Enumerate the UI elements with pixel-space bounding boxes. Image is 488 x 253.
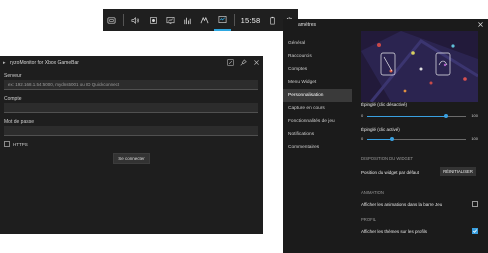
chevron-right-icon: ▸: [3, 60, 6, 66]
settings-panel: amètres Général Raccourcis Comptes Menu …: [283, 19, 488, 253]
server-input[interactable]: ex: 192.168.1.54:5000, mydns5001 ou ID Q…: [4, 80, 258, 90]
password-input[interactable]: [4, 126, 258, 136]
widget-menu-icon[interactable]: [103, 9, 120, 31]
widget-title: ryzoMonitor for Xbox GameBar: [10, 60, 79, 66]
nav-item-general[interactable]: Général: [283, 37, 352, 50]
nav-item-accounts[interactable]: Comptes: [283, 63, 352, 76]
nav-item-notifications[interactable]: Notifications: [283, 128, 352, 141]
clock-time: 15:58: [240, 15, 261, 25]
connect-button[interactable]: Se connecter: [113, 153, 150, 164]
slider1-thumb[interactable]: [444, 114, 449, 118]
toolbar-divider: [233, 14, 235, 26]
game-bar-toolbar: 15:58: [103, 9, 298, 31]
profile-themes-checkbox[interactable]: [472, 228, 478, 234]
profile-themes-label: Afficher les thèmes sur les profils: [361, 229, 427, 234]
animation-heading: ANIMATION: [361, 190, 384, 195]
slider2-max: 100: [471, 136, 478, 141]
resources-icon[interactable]: [179, 9, 196, 31]
slider2-label: Épinglé (clic activé): [361, 127, 400, 132]
animation-checkbox[interactable]: [472, 201, 478, 207]
capture-icon[interactable]: [144, 9, 161, 31]
nav-item-personalization[interactable]: Personnalisation: [283, 89, 352, 102]
settings-nav: Général Raccourcis Comptes Menu Widget P…: [283, 37, 352, 154]
nav-item-shortcuts[interactable]: Raccourcis: [283, 50, 352, 63]
slider2-track: [367, 137, 466, 141]
nav-item-widget-menu[interactable]: Menu Widget: [283, 76, 352, 89]
slider1-max: 100: [471, 113, 478, 118]
widget-position-label: Position du widget par défaut: [361, 170, 420, 175]
ryzomonitor-widget: ▸ ryzoMonitor for Xbox GameBar Serveur e…: [0, 56, 263, 234]
opacity-slider-pinned-on[interactable]: 0 100: [361, 135, 478, 143]
ryzomonitor-icon[interactable]: [213, 9, 231, 31]
opacity-slider-pinned-off[interactable]: 0 100: [361, 112, 478, 120]
widget-controls: [227, 59, 260, 66]
pin-icon[interactable]: [240, 59, 247, 66]
nav-item-capture[interactable]: Capture en cours: [283, 102, 352, 115]
close-icon[interactable]: [253, 59, 260, 66]
account-label: Compte: [4, 96, 22, 102]
slider2-thumb[interactable]: [389, 137, 394, 141]
widget-options-icon[interactable]: [227, 59, 234, 66]
login-form: Serveur ex: 192.168.1.54:5000, mydns5001…: [4, 72, 258, 147]
slider2-min: 0: [361, 136, 364, 141]
nav-item-feedback[interactable]: Commentaires: [283, 141, 352, 154]
personalization-content: Épinglé (clic désactivé) 0 100 Épinglé (…: [361, 19, 481, 253]
slider1-fill: [367, 116, 447, 117]
performance-icon[interactable]: [162, 9, 179, 31]
widget-title-bar[interactable]: ▸ ryzoMonitor for Xbox GameBar: [0, 56, 263, 70]
animation-label: Afficher les animations dans la barre Je…: [361, 202, 443, 207]
account-input[interactable]: [4, 103, 258, 113]
reset-button[interactable]: RÉINITIALISER: [440, 167, 476, 176]
toolbar-divider: [123, 14, 125, 26]
slider1-label: Épinglé (clic désactivé): [361, 102, 408, 107]
settings-title: amètres: [298, 22, 317, 28]
slider2-fill: [367, 139, 392, 140]
server-label: Serveur: [4, 73, 22, 79]
widget-layout-heading: DISPOSITION DU WIDGET: [361, 156, 414, 161]
slider1-track: [367, 114, 466, 118]
password-label: Mot de passe: [4, 119, 35, 125]
https-checkbox[interactable]: [4, 141, 10, 147]
battery-icon: [263, 9, 280, 31]
opacity-preview-image: [361, 31, 478, 102]
nav-item-game-features[interactable]: Fonctionnalités de jeu: [283, 115, 352, 128]
https-option[interactable]: HTTPS: [4, 141, 258, 147]
xbox-social-icon[interactable]: [196, 9, 213, 31]
https-label: HTTPS: [13, 141, 28, 147]
audio-icon[interactable]: [127, 9, 144, 31]
slider1-min: 0: [361, 113, 364, 118]
profile-heading: PROFIL: [361, 217, 377, 222]
